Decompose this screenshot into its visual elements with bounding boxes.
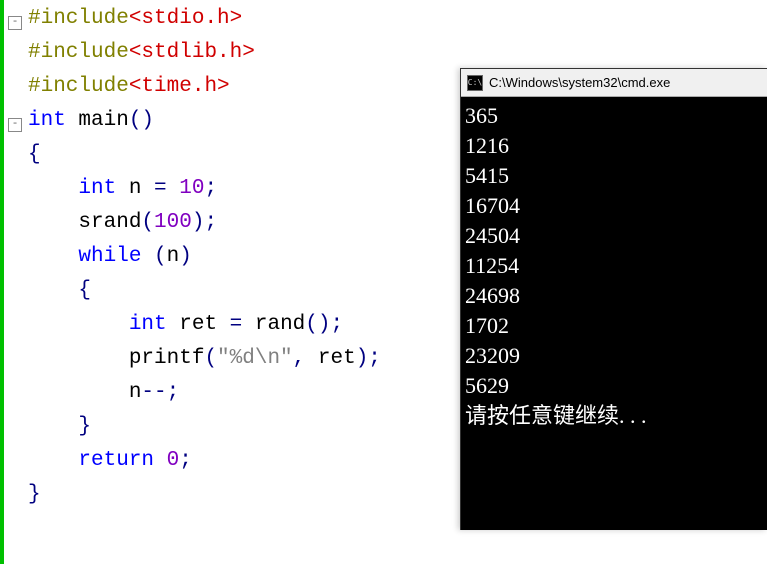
- code-token: n: [167, 245, 180, 268]
- code-line: int ret = rand();: [28, 308, 381, 342]
- code-token: 100: [154, 211, 192, 234]
- code-token: =: [230, 313, 243, 336]
- code-line: int main(): [28, 104, 381, 138]
- code-token: {: [28, 143, 41, 166]
- code-line: }: [28, 478, 381, 512]
- code-token: );: [356, 347, 381, 370]
- code-token: n: [28, 381, 141, 404]
- code-token: {: [78, 279, 91, 302]
- code-line: }: [28, 410, 381, 444]
- code-token: (: [154, 245, 167, 268]
- console-line: 16704: [465, 191, 763, 221]
- code-token: return: [78, 449, 154, 472]
- code-token: 10: [179, 177, 204, 200]
- code-line: printf("%d\n", ret);: [28, 342, 381, 376]
- code-token: [28, 279, 78, 302]
- code-token: [28, 177, 78, 200]
- code-token: #include: [28, 7, 129, 30]
- code-token: while: [78, 245, 141, 268]
- code-token: (: [204, 347, 217, 370]
- code-token: int: [129, 313, 167, 336]
- code-token: ,: [293, 347, 306, 370]
- code-line: n--;: [28, 376, 381, 410]
- code-token: 0: [167, 449, 180, 472]
- console-line: 24698: [465, 281, 763, 311]
- fold-gutter: --: [0, 0, 28, 564]
- code-token: [167, 177, 180, 200]
- code-line: while (n): [28, 240, 381, 274]
- code-token: <stdlib.h>: [129, 41, 255, 64]
- code-token: [28, 449, 78, 472]
- code-token: ;: [204, 177, 217, 200]
- code-token: printf: [28, 347, 204, 370]
- code-token: #include: [28, 41, 129, 64]
- code-token: int: [28, 109, 66, 132]
- code-token: rand: [242, 313, 305, 336]
- console-line: 1216: [465, 131, 763, 161]
- code-token: =: [154, 177, 167, 200]
- console-line: 11254: [465, 251, 763, 281]
- code-line: int n = 10;: [28, 172, 381, 206]
- code-line: {: [28, 274, 381, 308]
- code-token: (: [141, 211, 154, 234]
- code-token: <stdio.h>: [129, 7, 242, 30]
- fold-toggle-icon[interactable]: -: [8, 118, 22, 132]
- code-token: ;: [179, 449, 192, 472]
- console-line: 5629: [465, 371, 763, 401]
- code-token: #include: [28, 75, 129, 98]
- console-output: 3651216541516704245041125424698170223209…: [461, 97, 767, 435]
- code-line: return 0;: [28, 444, 381, 478]
- console-prompt: 请按任意键继续. . .: [465, 401, 763, 431]
- console-line: 5415: [465, 161, 763, 191]
- code-token: main: [66, 109, 129, 132]
- code-token: n: [116, 177, 154, 200]
- code-line: #include<time.h>: [28, 70, 381, 104]
- code-token: <time.h>: [129, 75, 230, 98]
- console-line: 24504: [465, 221, 763, 251]
- code-token: srand: [28, 211, 141, 234]
- console-window: C:\ C:\Windows\system32\cmd.exe 36512165…: [460, 68, 767, 530]
- cmd-icon: C:\: [467, 75, 483, 91]
- code-token: ): [179, 245, 192, 268]
- code-area[interactable]: #include<stdio.h>#include<stdlib.h>#incl…: [28, 0, 381, 564]
- code-token: }: [78, 415, 91, 438]
- code-token: ret: [305, 347, 355, 370]
- code-token: ();: [305, 313, 343, 336]
- code-token: [154, 449, 167, 472]
- code-token: [28, 245, 78, 268]
- code-token: ret: [167, 313, 230, 336]
- code-token: }: [28, 483, 41, 506]
- code-line: #include<stdlib.h>: [28, 36, 381, 70]
- code-token: [28, 415, 78, 438]
- code-line: #include<stdio.h>: [28, 2, 381, 36]
- code-token: (): [129, 109, 154, 132]
- code-token: int: [78, 177, 116, 200]
- console-titlebar[interactable]: C:\ C:\Windows\system32\cmd.exe: [461, 69, 767, 97]
- console-line: 1702: [465, 311, 763, 341]
- code-line: {: [28, 138, 381, 172]
- code-token: );: [192, 211, 217, 234]
- code-token: "%d\n": [217, 347, 293, 370]
- code-token: [141, 245, 154, 268]
- code-line: srand(100);: [28, 206, 381, 240]
- console-line: 23209: [465, 341, 763, 371]
- code-token: --;: [141, 381, 179, 404]
- code-token: [28, 313, 129, 336]
- fold-toggle-icon[interactable]: -: [8, 16, 22, 30]
- console-line: 365: [465, 101, 763, 131]
- console-title: C:\Windows\system32\cmd.exe: [489, 75, 670, 90]
